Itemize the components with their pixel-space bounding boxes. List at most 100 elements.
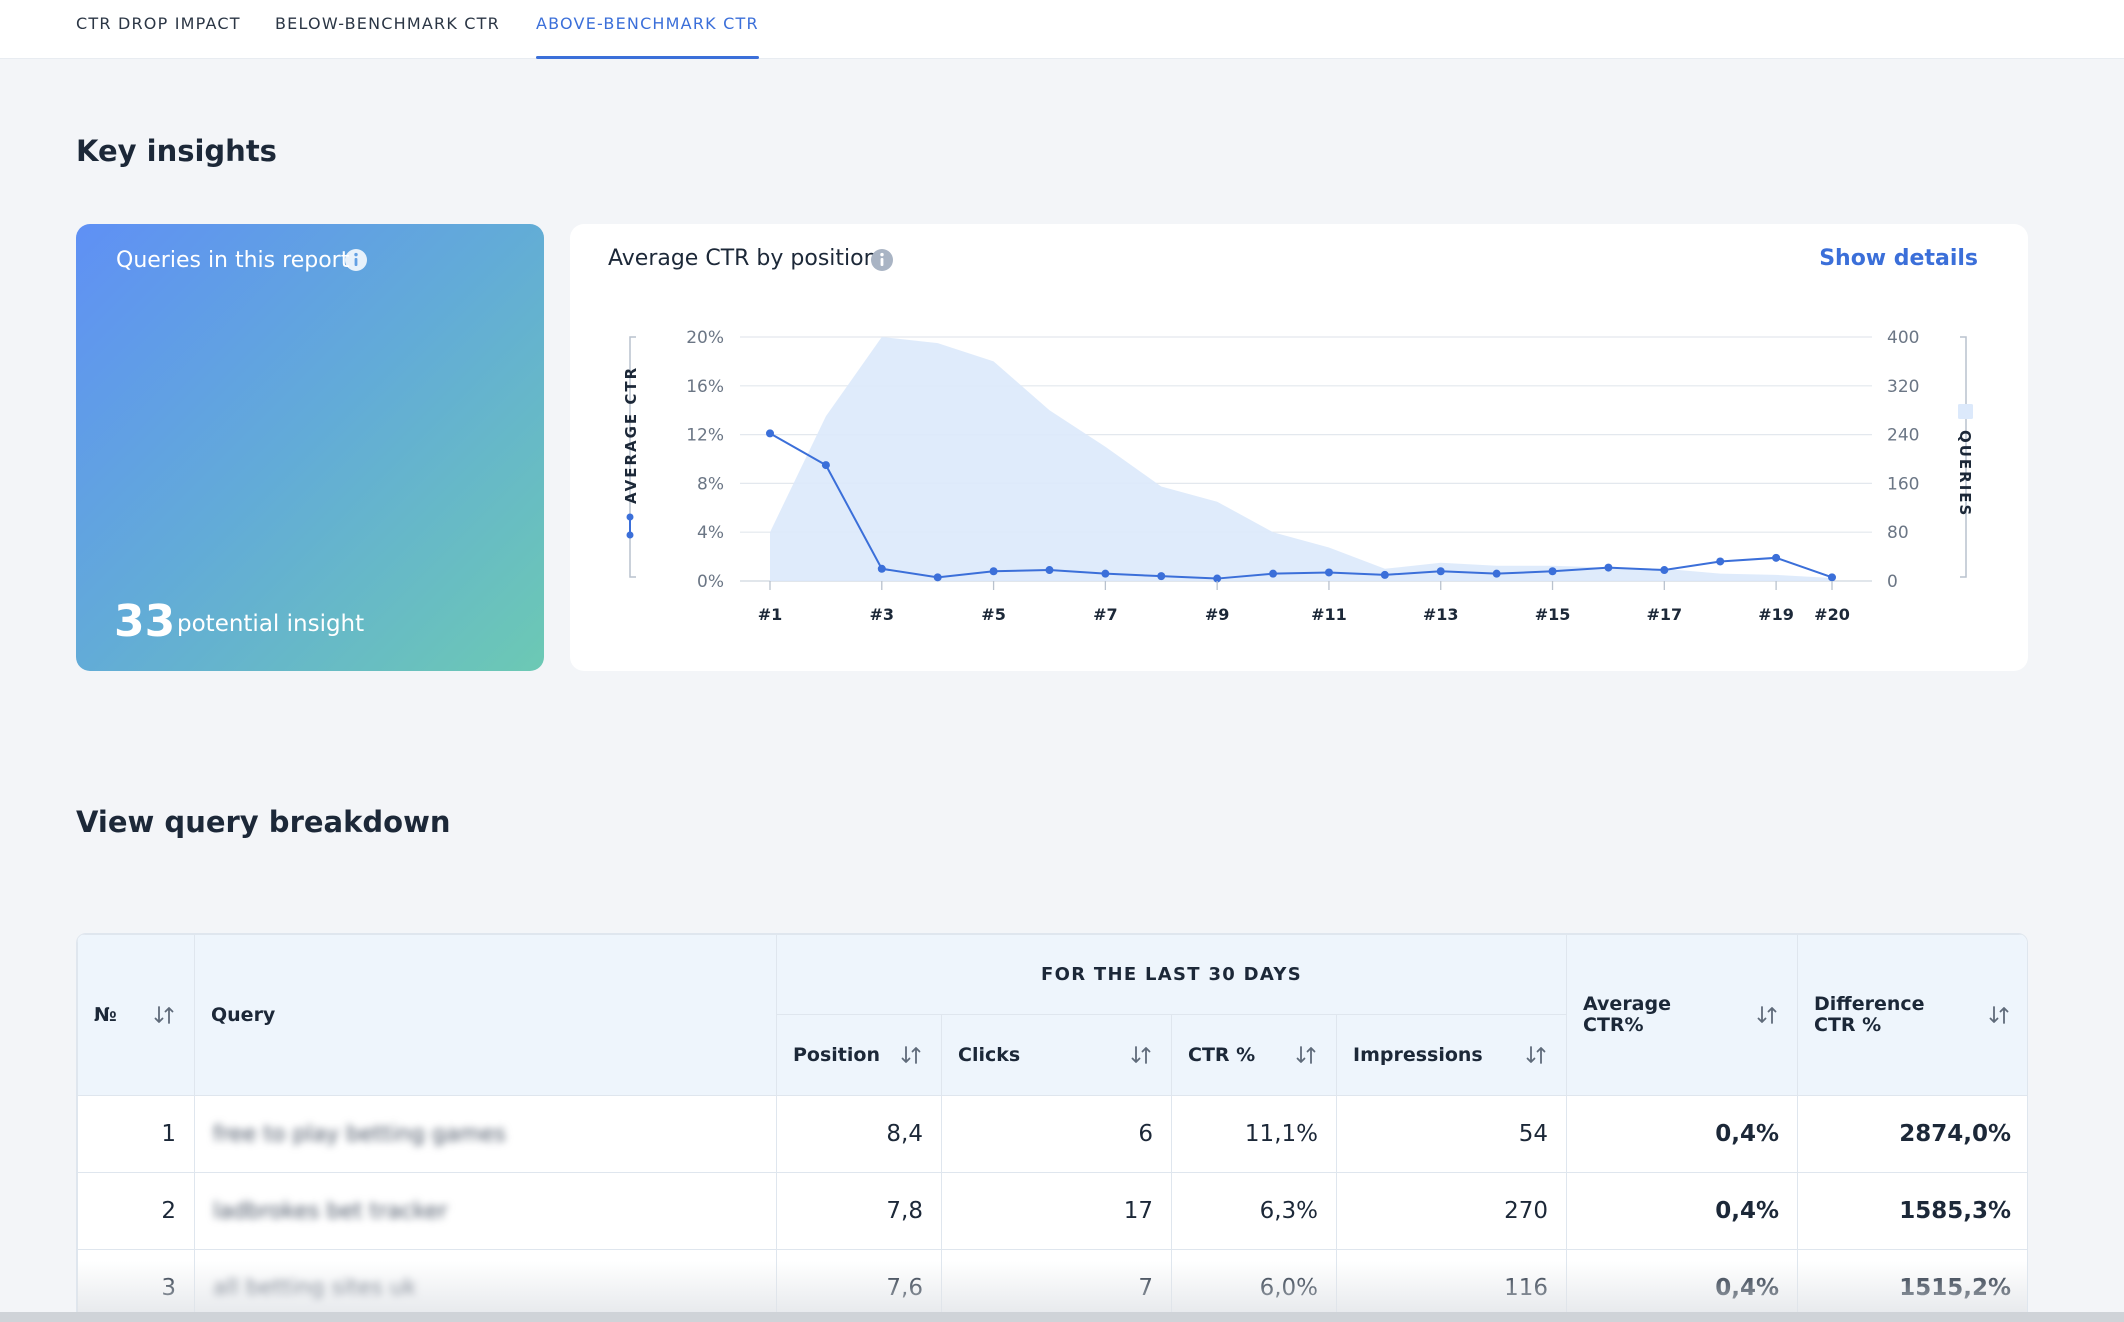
ctr-point	[1828, 573, 1836, 582]
ctr-point	[1492, 569, 1501, 578]
cell-difference-ctr: 1585,3%	[1797, 1172, 2027, 1250]
col-header-position: Position	[776, 1014, 942, 1096]
cell-difference-ctr: 2874,0%	[1797, 1095, 2027, 1173]
x-tick-label: #9	[1205, 605, 1230, 624]
col-group-label: FOR THE LAST 30 DAYS	[1041, 964, 1303, 985]
x-tick-label: #19	[1758, 605, 1794, 624]
col-query-label: Query	[211, 1004, 276, 1026]
tab-above-benchmark-ctr[interactable]: ABOVE-BENCHMARK CTR	[536, 0, 759, 59]
ctr-point	[1660, 566, 1669, 575]
col-header-difference-ctr: Difference CTR %	[1797, 934, 2027, 1096]
ctr-point	[1772, 553, 1781, 562]
cell-clicks: 17	[941, 1172, 1172, 1250]
right-axis-legend: QUERIES	[1956, 336, 1974, 578]
query-text: free to play betting games	[213, 1122, 506, 1147]
cell-impressions: 54	[1335, 1095, 1568, 1173]
key-insights-heading: Key insights	[76, 134, 277, 168]
x-tick-label: #17	[1646, 605, 1682, 624]
ctr-point	[1045, 566, 1054, 575]
left-axis-label: AVERAGE CTR	[622, 366, 640, 504]
ctr-point	[1604, 563, 1613, 572]
ctr-point	[821, 461, 830, 470]
sort-icon[interactable]	[1987, 1003, 2011, 1027]
col-header-ctr: CTR %	[1171, 1014, 1337, 1096]
y-right-tick-label: 320	[1887, 377, 1919, 397]
ctr-point	[1548, 567, 1557, 576]
x-tick-label: #20	[1814, 605, 1850, 624]
ctr-by-position-chart: 20% 400 16% 320 12% 240 8% 160 4% 80 0% 0 #1 #3 #5 #7 #9…	[622, 328, 1974, 624]
sort-icon[interactable]	[1755, 1003, 1779, 1027]
y-left-tick-label: 20%	[686, 328, 724, 348]
info-icon[interactable]	[344, 248, 368, 272]
y-right-tick-label: 400	[1887, 328, 1919, 348]
query-breakdown-heading: View query breakdown	[76, 805, 451, 839]
col-clicks-label: Clicks	[958, 1044, 1021, 1066]
col-difference-ctr-label: Difference	[1814, 993, 1925, 1015]
col-header-impressions: Impressions	[1335, 1014, 1568, 1096]
ctr-point	[766, 429, 774, 438]
y-right-tick-label: 0	[1887, 572, 1898, 592]
col-header-query: Query	[194, 934, 777, 1096]
tab-below-benchmark-ctr[interactable]: BELOW-BENCHMARK CTR	[275, 0, 500, 59]
col-header-number: №	[77, 934, 195, 1096]
ctr-by-position-card: Average CTR by position Show details 20%…	[570, 224, 2028, 671]
ctr-point	[1380, 570, 1389, 579]
cell-query[interactable]: ladbrokes bet tracker	[194, 1172, 777, 1250]
ctr-point	[1269, 569, 1278, 578]
x-tick-label: #15	[1535, 605, 1571, 624]
cell-clicks: 6	[941, 1095, 1172, 1173]
x-tick-label: #5	[981, 605, 1006, 624]
sort-icon[interactable]	[899, 1043, 923, 1067]
cell-ctr: 11,1%	[1171, 1095, 1337, 1173]
x-tick-label: #13	[1423, 605, 1459, 624]
ctr-point	[1436, 567, 1445, 576]
ctr-point	[989, 567, 998, 576]
cell-ctr: 6,3%	[1171, 1172, 1337, 1250]
sort-icon[interactable]	[1129, 1043, 1153, 1067]
cell-position: 8,4	[776, 1095, 942, 1173]
col-ctr-label: CTR %	[1188, 1044, 1256, 1066]
queries-count: 33	[114, 596, 176, 647]
table-row[interactable]: 1 free to play betting games 8,4 6 11,1%…	[77, 1095, 2027, 1173]
x-tick-label: #11	[1311, 605, 1347, 624]
ctr-point	[1101, 569, 1110, 578]
ctr-point	[1324, 568, 1333, 577]
x-tick-label: #3	[870, 605, 895, 624]
queries-card-title: Queries in this report	[116, 248, 350, 273]
ctr-point	[877, 564, 886, 573]
bottom-scroll-edge	[0, 1312, 2124, 1322]
x-tick-label: #1	[758, 605, 783, 624]
tab-ctr-drop-impact[interactable]: CTR DROP IMPACT	[76, 0, 241, 59]
sort-icon[interactable]	[152, 1003, 176, 1027]
report-tabs: CTR DROP IMPACT BELOW-BENCHMARK CTR ABOV…	[0, 0, 2124, 59]
col-average-ctr-label-2: CTR%	[1583, 1014, 1644, 1036]
cell-number: 2	[77, 1172, 195, 1250]
queries-summary-card: Queries in this report 33 potential insi…	[76, 224, 544, 671]
y-left-tick-label: 0%	[697, 572, 724, 592]
y-left-tick-label: 16%	[686, 377, 724, 397]
y-left-tick-label: 4%	[697, 523, 724, 543]
sort-icon[interactable]	[1524, 1043, 1548, 1067]
ctr-point	[1716, 557, 1725, 566]
table-row[interactable]: 2 ladbrokes bet tracker 7,8 17 6,3% 270 …	[77, 1172, 2027, 1250]
y-right-tick-label: 240	[1887, 426, 1919, 446]
y-left-tick-label: 8%	[697, 474, 724, 494]
query-breakdown-table: № Query FOR THE LAST 30 DAYS Average CTR…	[76, 933, 2028, 1322]
queries-count-label: potential insight	[177, 611, 365, 637]
sort-icon[interactable]	[1294, 1043, 1318, 1067]
x-tick-label: #7	[1093, 605, 1118, 624]
col-average-ctr-label: Average	[1583, 993, 1671, 1015]
col-header-clicks: Clicks	[941, 1014, 1172, 1096]
cell-query[interactable]: free to play betting games	[194, 1095, 777, 1173]
y-right-tick-label: 160	[1887, 474, 1919, 494]
col-number-label: №	[94, 1004, 117, 1026]
cell-impressions: 270	[1335, 1172, 1568, 1250]
col-group-last-30-days: FOR THE LAST 30 DAYS	[775, 934, 1568, 1015]
ctr-point	[1157, 572, 1166, 581]
cell-average-ctr: 0,4%	[1566, 1095, 1799, 1173]
queries-area	[770, 337, 1832, 581]
cell-average-ctr: 0,4%	[1566, 1172, 1799, 1250]
col-difference-ctr-label-2: CTR %	[1814, 1014, 1882, 1036]
y-left-tick-label: 12%	[686, 426, 724, 446]
right-axis-label: QUERIES	[1956, 430, 1974, 517]
